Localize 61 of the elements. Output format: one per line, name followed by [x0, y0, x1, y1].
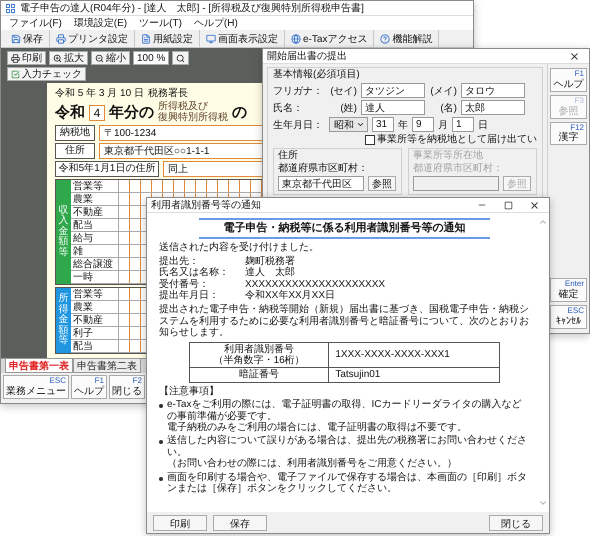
date-unit: 月 [438, 118, 448, 132]
notes-title: 【注意事項】 [159, 386, 220, 398]
notice-heading: 電子申告・納税等に係る利用者識別番号等の通知 [199, 218, 490, 239]
section-label: 所得金額等 [56, 288, 71, 353]
row-label: 給与 [71, 232, 119, 244]
table-cell: 1XXX-XXXX-XXXX-XXX1 [328, 342, 500, 368]
field-label: 氏名： [273, 102, 304, 114]
filing-date: 令和 5 年 3 月 10 日 [55, 86, 144, 100]
field-label: 生年月日： [273, 118, 324, 132]
office-label: 税務署長 [148, 86, 188, 100]
row-label: 総合譲渡 [71, 258, 119, 270]
row-label: 配当 [71, 219, 119, 231]
row-label: 不動産 [71, 206, 119, 218]
form-era: 令和 [55, 103, 85, 122]
field-prefix: (姓) [339, 102, 357, 114]
intro-paragraph: 提出された電子申告・納税等開始（新規）届出書に基づき、国税電子申告・納税システムを利用するために必要な利用者識別番号と暗証番号について、次のとおりお知らせします。 [159, 304, 530, 339]
group-title: 基本情報(必須項目) [273, 69, 361, 81]
detail-label: 提出年月日： [159, 290, 220, 302]
row-label: 雑 [71, 245, 119, 257]
row-label: 一時 [71, 271, 119, 283]
note-text: 画面を印刷する場合や、電子ファイルで保存する場合は、本画面の［印刷］ボタンまたは［保存］ボタンをクリックしてください。 [167, 472, 528, 494]
form-title-end: の [232, 103, 247, 122]
window-title: 利用者識別番号等の通知 [151, 198, 261, 212]
section-label: 収入金額等 [56, 180, 71, 284]
tax-name: 所得税及び 復興特別所得税 [158, 102, 228, 123]
form-title: 年分の [109, 103, 154, 122]
group-title: 事業所等所在地 [413, 150, 484, 162]
field-prefix: (セイ) [329, 84, 357, 98]
detail-value: XXXXXXXXXXXXXXXXXXXXX [245, 278, 386, 290]
field-label: 都道府県市区町村： [278, 163, 369, 175]
table-cell: 暗証番号 [190, 368, 329, 382]
field-label: フリガナ： [273, 84, 324, 98]
dialog-title: 開始届出書の提出 [267, 50, 347, 63]
detail-label: 受付番号： [159, 278, 210, 290]
row-label: 農業 [71, 193, 119, 205]
detail-value: 達人 太郎 [245, 267, 296, 279]
row-label: 営業等 [71, 288, 119, 300]
date-unit: 年 [398, 118, 408, 132]
date-unit: 日 [478, 118, 488, 132]
group-title: 住所 [278, 150, 299, 162]
field-label: 納税地 [55, 125, 95, 141]
note-text: e-Taxをご利用の際には、電子証明書の取得、ICカードリーダライタの購入などの事前準備が必要です。 電子納税のみをご利用の場合には、電子証明書の取得は不要です。 [167, 399, 522, 434]
detail-label: 氏名又は名称： [159, 267, 230, 278]
note-text: 送信した内容について誤りがある場合は、提出先の税務署にお問い合わせください。 （お問い合わせの際には、利用者識別番号をご用意ください。） [167, 435, 528, 470]
detail-label: 提出先： [159, 256, 200, 267]
row-label: 営業等 [71, 180, 119, 192]
row-label: 農業 [71, 301, 119, 313]
field-prefix: (名) [439, 102, 457, 114]
detail-value: 令和XX年XX月XX日 [245, 290, 336, 302]
field-label: 都道府県市区町村： [413, 163, 504, 175]
row-label: 利子 [71, 327, 119, 339]
detail-value: 麹町税務署 [245, 256, 296, 267]
field-label: 住所 [55, 143, 95, 159]
field-prefix: (メイ) [429, 84, 457, 98]
received-message: 送信された内容を受け付けました。 [159, 242, 320, 253]
row-label: 配当 [71, 340, 119, 352]
field-label: 令和5年1月1日の住所 [55, 161, 159, 177]
table-cell: Tatsujin01 [328, 368, 500, 382]
window-title: 電子申告の達人(R04年分) - [達人 太郎] - [所得税及び復興特別所得税申告書] [20, 2, 364, 15]
row-label: 不動産 [71, 314, 119, 326]
table-cell: 利用者識別番号 （半角数字・16桁） [190, 342, 329, 368]
